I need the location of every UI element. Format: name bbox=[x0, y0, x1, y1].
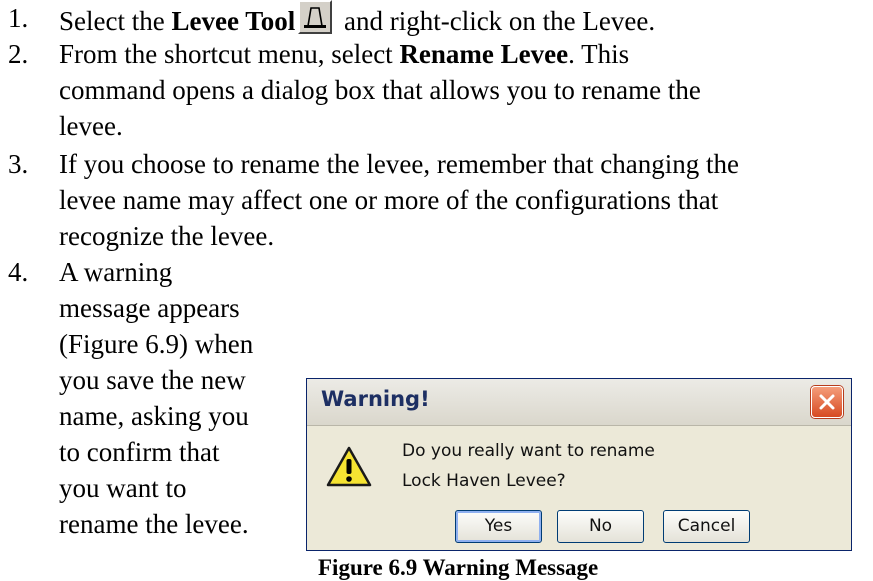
cancel-button[interactable]: Cancel bbox=[663, 510, 750, 543]
step-text: command opens a dialog box that allows y… bbox=[59, 75, 701, 105]
warning-icon bbox=[326, 446, 372, 487]
step-text: Select the Levee Tool and right-click on… bbox=[59, 0, 655, 39]
step-text: (Figure 6.9) when bbox=[59, 329, 254, 359]
warning-dialog: Warning! Do you really want to rename Lo… bbox=[306, 378, 852, 551]
step-text: levee. bbox=[59, 111, 123, 141]
figure-caption: Figure 6.9 Warning Message bbox=[318, 555, 599, 580]
close-button[interactable] bbox=[811, 386, 843, 418]
no-button[interactable]: No bbox=[557, 510, 644, 543]
dialog-titlebar[interactable]: Warning! bbox=[307, 379, 851, 426]
dialog-message-line-1: Do you really want to rename bbox=[402, 441, 655, 461]
levee-tool-icon bbox=[298, 0, 333, 34]
step-number: 2. bbox=[8, 39, 29, 69]
step-number: 1. bbox=[8, 3, 29, 33]
step-text: name, asking you bbox=[59, 401, 249, 431]
tool-name: Levee Tool bbox=[171, 6, 296, 36]
step-text: you want to bbox=[59, 473, 187, 503]
step-text: recognize the levee. bbox=[59, 221, 275, 251]
command-name: Rename Levee bbox=[399, 39, 569, 69]
dialog-title: Warning! bbox=[321, 387, 430, 411]
step-text: From the shortcut menu, select Rename Le… bbox=[59, 39, 630, 69]
step-number: 4. bbox=[8, 257, 29, 287]
step-text: you save the new bbox=[59, 365, 246, 395]
yes-button[interactable]: Yes bbox=[455, 510, 542, 543]
step-number: 3. bbox=[8, 149, 29, 179]
step-text: levee name may affect one or more of the… bbox=[59, 185, 719, 215]
step-text: message appears bbox=[59, 293, 240, 323]
step-text: rename the levee. bbox=[59, 509, 249, 539]
step-text: If you choose to rename the levee, remem… bbox=[59, 149, 739, 179]
step-text: A warning bbox=[59, 257, 173, 287]
dialog-message-line-2: Lock Haven Levee? bbox=[402, 471, 566, 491]
close-icon bbox=[819, 394, 835, 410]
step-text: to confirm that bbox=[59, 437, 220, 467]
